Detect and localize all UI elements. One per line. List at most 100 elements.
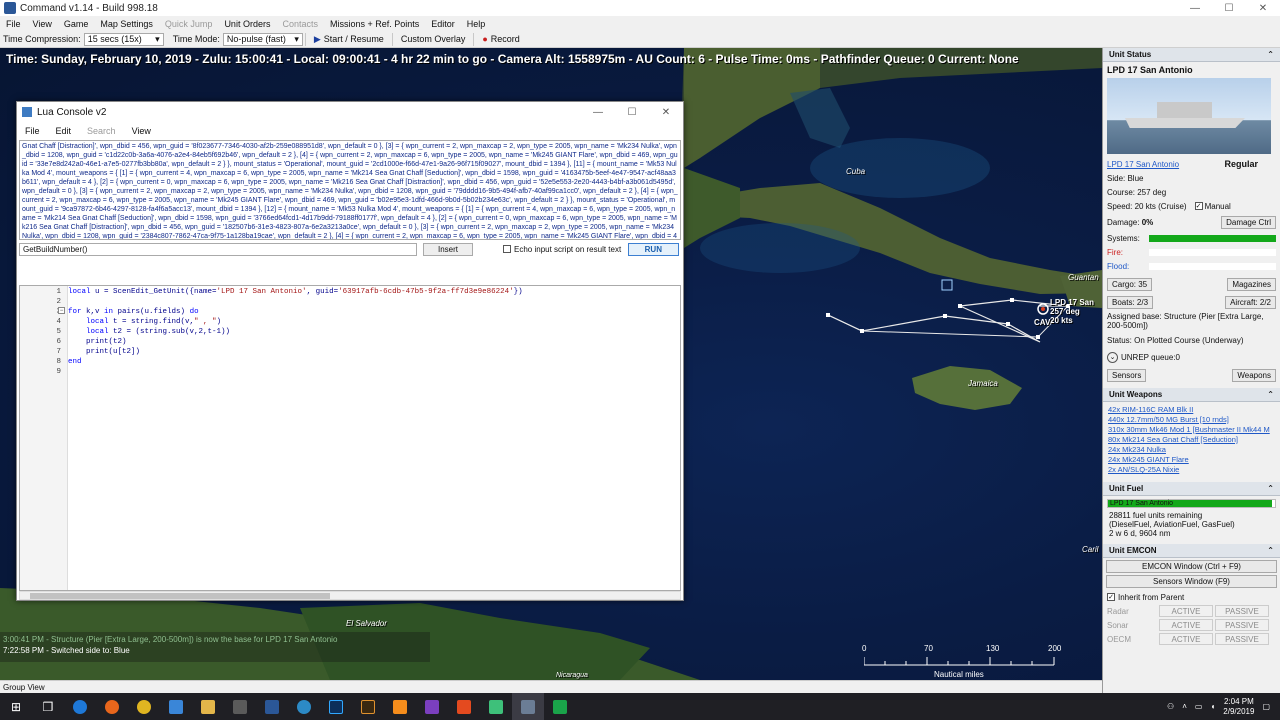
unit-weapons-header[interactable]: Unit Weapons ⌃ bbox=[1103, 388, 1280, 402]
magazines-button[interactable]: Magazines bbox=[1227, 277, 1276, 291]
emcon-passive-button[interactable]: PASSIVE bbox=[1215, 633, 1269, 645]
menu-map-settings[interactable]: Map Settings bbox=[94, 19, 159, 29]
file-explorer-icon[interactable] bbox=[192, 693, 224, 720]
menu-editor[interactable]: Editor bbox=[425, 19, 461, 29]
chrome-icon[interactable] bbox=[128, 693, 160, 720]
visual-studio-icon[interactable] bbox=[416, 693, 448, 720]
lua-menu-search[interactable]: Search bbox=[79, 126, 124, 136]
bridge-icon[interactable] bbox=[352, 693, 384, 720]
message-log: 3:00:41 PM - Structure (Pier [Extra Larg… bbox=[0, 632, 430, 662]
unit-emcon-header[interactable]: Unit EMCON ⌃ bbox=[1103, 544, 1280, 558]
unit-map-label[interactable]: LPD 17 San 257 deg 20 kts bbox=[1050, 298, 1094, 325]
emcon-passive-button[interactable]: PASSIVE bbox=[1215, 605, 1269, 617]
collapse-icon[interactable]: ⌃ bbox=[1267, 484, 1274, 493]
lua-maximize-button[interactable]: ☐ bbox=[615, 107, 649, 118]
boats-button[interactable]: Boats: 2/3 bbox=[1107, 295, 1154, 309]
fold-marker-icon[interactable]: − bbox=[58, 307, 65, 314]
menu-view[interactable]: View bbox=[27, 19, 58, 29]
sublime-icon[interactable] bbox=[384, 693, 416, 720]
network-icon[interactable]: ▭ bbox=[1195, 702, 1203, 711]
line-number: 3 bbox=[20, 307, 61, 317]
code-line: local u = ScenEdit_GetUnit({name='LPD 17… bbox=[68, 288, 523, 296]
unit-status-header[interactable]: Unit Status ⌃ bbox=[1103, 48, 1280, 62]
damage-control-button[interactable]: Damage Ctrl bbox=[1221, 215, 1276, 229]
command-app-icon[interactable] bbox=[512, 693, 544, 720]
sensors-window-button[interactable]: Sensors Window (F9) bbox=[1106, 575, 1277, 588]
scrollbar-thumb[interactable] bbox=[30, 593, 330, 599]
app-icon-green[interactable] bbox=[480, 693, 512, 720]
weapon-item[interactable]: 440x 12.7mm/50 MG Burst [10 rnds] bbox=[1108, 415, 1275, 425]
manual-checkbox[interactable]: ✓ Manual bbox=[1194, 202, 1231, 211]
menu-file[interactable]: File bbox=[0, 19, 27, 29]
maximize-button[interactable]: ☐ bbox=[1212, 3, 1246, 14]
horizontal-scrollbar[interactable] bbox=[19, 591, 681, 600]
weapon-item[interactable]: 2x AN/SLQ-25A Nixie bbox=[1108, 465, 1275, 475]
volume-icon[interactable]: ◖ bbox=[1210, 702, 1215, 711]
time-compression-select[interactable]: 15 secs (15x) ▾ bbox=[83, 32, 164, 46]
menu-missions[interactable]: Missions + Ref. Points bbox=[324, 19, 425, 29]
emcon-active-button[interactable]: ACTIVE bbox=[1159, 605, 1213, 617]
weapon-item[interactable]: 80x Mk214 Sea Gnat Chaff [Seduction] bbox=[1108, 435, 1275, 445]
custom-overlay-button[interactable]: Custom Overlay bbox=[395, 34, 472, 44]
people-icon[interactable]: ⚇ bbox=[1167, 702, 1174, 711]
emcon-passive-button[interactable]: PASSIVE bbox=[1215, 619, 1269, 631]
edge-browser-icon[interactable] bbox=[64, 693, 96, 720]
weapon-item[interactable]: 24x Mk245 GIANT Flare bbox=[1108, 455, 1275, 465]
lua-menu-view[interactable]: View bbox=[124, 126, 159, 136]
menu-contacts[interactable]: Contacts bbox=[276, 19, 324, 29]
notification-icon[interactable]: ▢ bbox=[1262, 702, 1270, 711]
run-button[interactable]: RUN bbox=[627, 242, 679, 256]
collapse-icon[interactable]: ⌃ bbox=[1267, 50, 1274, 59]
windows-start-icon[interactable]: ⊞ bbox=[0, 693, 32, 720]
collapse-icon[interactable]: ⌃ bbox=[1267, 390, 1274, 399]
weapon-item[interactable]: 24x Mk234 Nulka bbox=[1108, 445, 1275, 455]
word-icon[interactable] bbox=[256, 693, 288, 720]
menu-unit-orders[interactable]: Unit Orders bbox=[218, 19, 276, 29]
chat-icon[interactable] bbox=[160, 693, 192, 720]
echo-checkbox[interactable]: Echo input script on result text bbox=[503, 245, 621, 254]
clock[interactable]: 2:04 PM 2/9/2019 bbox=[1223, 697, 1254, 717]
lua-script-editor[interactable]: 1 2 3 4 5 6 7 8 9 − local u = ScenEdit_G… bbox=[19, 285, 681, 591]
inherit-checkbox[interactable]: ✓ Inherit from Parent bbox=[1103, 590, 1280, 604]
cargo-button[interactable]: Cargo: 35 bbox=[1107, 277, 1153, 291]
lua-minimize-button[interactable]: — bbox=[581, 107, 615, 118]
menu-game[interactable]: Game bbox=[58, 19, 95, 29]
calculator-icon[interactable] bbox=[224, 693, 256, 720]
collapse-icon[interactable]: ⌃ bbox=[1267, 546, 1274, 555]
insert-button[interactable]: Insert bbox=[423, 242, 474, 256]
lua-close-button[interactable]: ✕ bbox=[649, 107, 683, 118]
sensors-button[interactable]: Sensors bbox=[1107, 368, 1147, 382]
time-mode-select[interactable]: No-pulse (fast) ▾ bbox=[222, 32, 303, 46]
emcon-active-button[interactable]: ACTIVE bbox=[1159, 619, 1213, 631]
photoshop-icon[interactable] bbox=[320, 693, 352, 720]
menu-quick-jump[interactable]: Quick Jump bbox=[159, 19, 219, 29]
line-number: 7 bbox=[56, 348, 61, 356]
settings-icon[interactable] bbox=[288, 693, 320, 720]
lua-output-pane[interactable]: Gnat Chaff [Distraction]', wpn_dbid = 45… bbox=[19, 140, 681, 240]
chevron-up-icon[interactable]: ˄ bbox=[1182, 702, 1187, 711]
lua-menu-file[interactable]: File bbox=[17, 126, 48, 136]
unit-fuel-header[interactable]: Unit Fuel ⌃ bbox=[1103, 482, 1280, 496]
weapons-button[interactable]: Weapons bbox=[1232, 368, 1276, 382]
chevron-down-icon[interactable]: ⌄ bbox=[1107, 351, 1118, 363]
minimize-button[interactable]: — bbox=[1178, 3, 1212, 14]
terminal-icon[interactable] bbox=[544, 693, 576, 720]
lua-menu-edit[interactable]: Edit bbox=[48, 126, 80, 136]
lua-title-bar[interactable]: Lua Console v2 — ☐ ✕ bbox=[17, 102, 683, 122]
app-icon-orange[interactable] bbox=[448, 693, 480, 720]
lua-command-select[interactable]: GetBuildNumber() bbox=[19, 242, 417, 256]
code-line: for k,v in pairs(u.fields) do bbox=[68, 308, 199, 316]
firefox-icon[interactable] bbox=[96, 693, 128, 720]
emcon-window-button[interactable]: EMCON Window (Ctrl + F9) bbox=[1106, 560, 1277, 573]
record-button[interactable]: ● Record bbox=[476, 34, 525, 44]
map-label-el-salvador: El Salvador bbox=[346, 619, 387, 628]
weapon-item[interactable]: 310x 30mm Mk46 Mod 1 [Bushmaster II Mk44… bbox=[1108, 425, 1275, 435]
start-resume-button[interactable]: ▶ Start / Resume bbox=[308, 34, 390, 45]
close-button[interactable]: ✕ bbox=[1246, 3, 1280, 14]
aircraft-button[interactable]: Aircraft: 2/2 bbox=[1225, 295, 1276, 309]
weapon-item[interactable]: 42x RIM-116C RAM Blk II bbox=[1108, 405, 1275, 415]
emcon-active-button[interactable]: ACTIVE bbox=[1159, 633, 1213, 645]
unit-class-link[interactable]: LPD 17 San Antonio bbox=[1107, 160, 1179, 169]
menu-help[interactable]: Help bbox=[461, 19, 492, 29]
task-view-icon[interactable]: ❒ bbox=[32, 693, 64, 720]
